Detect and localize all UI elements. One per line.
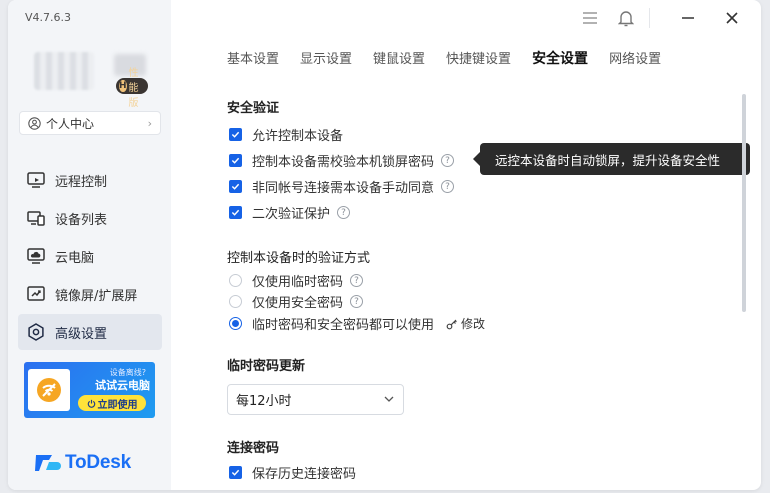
lock-screen-tooltip: 远控本设备时自动锁屏，提升设备安全性 — [473, 143, 750, 175]
key-icon — [446, 319, 457, 329]
option-label: 仅使用安全密码 — [252, 296, 344, 311]
promo-title: 试试云电脑 — [95, 379, 150, 392]
chevron-right-icon: › — [147, 116, 152, 130]
help-icon[interactable]: ? — [441, 180, 455, 193]
cloud-pc-promo-banner[interactable]: 设备离线? 试试云电脑 立即使用 — [24, 362, 155, 418]
menu-icon[interactable] — [580, 8, 600, 28]
option-save-history-password[interactable]: 保存历史连接密码 — [229, 463, 356, 482]
remote-control-icon — [27, 172, 45, 188]
sidebar-item-remote-control[interactable]: 远程控制 — [18, 162, 162, 198]
checkbox[interactable] — [229, 206, 242, 219]
tab-keyboard-mouse[interactable]: 键鼠设置 — [373, 48, 425, 68]
promo-button-label: 立即使用 — [97, 399, 138, 411]
sidebar-item-device-list[interactable]: 设备列表 — [18, 200, 162, 236]
option-label: 控制本设备需校验本机锁屏密码 — [252, 155, 435, 170]
close-icon[interactable] — [722, 8, 742, 28]
profile-center-button[interactable]: 个人中心 › — [19, 111, 161, 135]
todesk-logo: ToDesk — [35, 452, 131, 474]
radio-button[interactable] — [229, 295, 242, 308]
cloud-pc-icon — [27, 248, 45, 264]
security-verify-title: 安全验证 — [227, 101, 280, 116]
tab-shortcuts[interactable]: 快捷键设置 — [446, 48, 511, 68]
temp-password-update-title: 临时密码更新 — [227, 359, 306, 374]
badge-letter: H — [119, 80, 127, 92]
avatar[interactable] — [34, 52, 94, 90]
promo-use-now-button[interactable]: 立即使用 — [78, 395, 146, 411]
sidebar-item-label: 高级设置 — [55, 326, 108, 342]
advanced-settings-icon — [28, 323, 44, 341]
radio-button[interactable] — [229, 274, 242, 287]
mirror-screen-icon — [27, 286, 45, 301]
tab-security[interactable]: 安全设置 — [532, 48, 588, 68]
app-window: V4.7.6.3 H 性能版 个人中心 › 远程控制 设备列表 云电脑 镜像屏/… — [8, 0, 761, 490]
checkbox[interactable] — [229, 154, 242, 167]
user-card[interactable]: H 性能版 — [34, 48, 148, 109]
option-allow-control[interactable]: 允许控制本设备 — [229, 125, 343, 144]
modify-password-link[interactable]: 修改 — [446, 315, 485, 332]
option-label: 非同帐号连接需本设备手动同意 — [252, 181, 435, 196]
sidebar-nav: 远程控制 设备列表 云电脑 镜像屏/扩展屏 高级设置 — [18, 162, 162, 352]
help-icon[interactable]: ? — [441, 154, 455, 167]
help-icon[interactable]: ? — [337, 206, 351, 219]
radio-button[interactable] — [229, 317, 242, 330]
option-verify-lock-password[interactable]: 控制本设备需校验本机锁屏密码 ? — [229, 151, 455, 170]
help-icon[interactable]: ? — [350, 274, 364, 287]
sidebar-item-label: 镜像屏/扩展屏 — [55, 288, 138, 304]
tab-basic[interactable]: 基本设置 — [227, 48, 279, 68]
sidebar-item-mirror-screen[interactable]: 镜像屏/扩展屏 — [18, 276, 162, 312]
sidebar-item-label: 远程控制 — [55, 174, 108, 190]
option-two-factor[interactable]: 二次验证保护 ? — [229, 203, 351, 222]
topbar-divider — [649, 8, 650, 28]
version-label: V4.7.6.3 — [25, 11, 72, 24]
sidebar-item-advanced-settings[interactable]: 高级设置 — [18, 314, 162, 350]
temp-password-interval-select[interactable]: 每12小时 — [227, 384, 404, 415]
device-list-icon — [27, 211, 45, 226]
tab-network[interactable]: 网络设置 — [609, 48, 661, 68]
user-icon — [28, 116, 41, 130]
minimize-icon[interactable] — [678, 8, 698, 28]
option-security-password-only[interactable]: 仅使用安全密码 ? — [229, 292, 364, 311]
option-label: 允许控制本设备 — [252, 129, 344, 144]
option-manual-approve[interactable]: 非同帐号连接需本设备手动同意 ? — [229, 177, 455, 196]
chevron-down-icon — [384, 396, 394, 402]
connection-password-title: 连接密码 — [227, 441, 280, 456]
badge-label: 性能版 — [128, 67, 139, 109]
offline-device-icon — [28, 369, 70, 411]
sidebar-item-label: 设备列表 — [55, 212, 108, 228]
sidebar: V4.7.6.3 H 性能版 个人中心 › 远程控制 设备列表 云电脑 镜像屏/… — [8, 0, 171, 490]
settings-tabs: 基本设置 显示设置 键鼠设置 快捷键设置 安全设置 网络设置 — [227, 48, 682, 68]
checkbox[interactable] — [229, 180, 242, 193]
option-both-passwords[interactable]: 临时密码和安全密码都可以使用 修改 — [229, 314, 485, 333]
logo-text: ToDesk — [65, 452, 132, 473]
option-label: 临时密码和安全密码都可以使用 — [252, 318, 435, 333]
profile-center-label: 个人中心 — [46, 116, 95, 131]
select-value: 每12小时 — [236, 394, 292, 409]
scrollbar[interactable] — [742, 94, 746, 312]
checkbox[interactable] — [229, 466, 242, 479]
todesk-logo-icon — [35, 455, 61, 471]
help-icon[interactable]: ? — [350, 295, 364, 308]
modify-label: 修改 — [461, 317, 486, 331]
option-label: 二次验证保护 — [252, 207, 331, 222]
checkbox[interactable] — [229, 128, 242, 141]
sidebar-item-cloud-pc[interactable]: 云电脑 — [18, 238, 162, 274]
verify-method-title: 控制本设备时的验证方式 — [227, 251, 371, 266]
tab-display[interactable]: 显示设置 — [300, 48, 352, 68]
power-icon — [87, 399, 95, 408]
performance-badge: H 性能版 — [116, 68, 148, 109]
sidebar-item-label: 云电脑 — [55, 250, 95, 266]
option-label: 保存历史连接密码 — [252, 467, 357, 482]
option-temp-password-only[interactable]: 仅使用临时密码 ? — [229, 271, 364, 290]
option-label: 仅使用临时密码 — [252, 275, 344, 290]
bell-icon[interactable] — [616, 8, 636, 28]
